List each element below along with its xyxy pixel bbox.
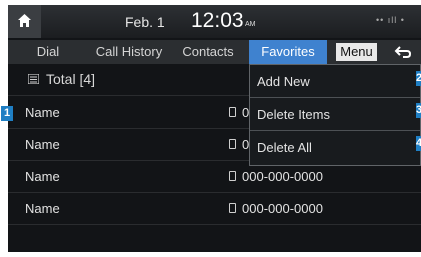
menu-item-delete-all[interactable]: Delete All [250, 131, 420, 164]
callout-1: 1 [1, 106, 13, 121]
menu-item-label: Delete All [257, 140, 312, 155]
tab-call-history[interactable]: Call History [86, 40, 172, 64]
tab-bar: Dial Call History Contacts Favorites Men… [8, 40, 421, 64]
tab-contacts[interactable]: Contacts [175, 40, 241, 64]
home-icon [18, 14, 31, 27]
tab-favorites[interactable]: Favorites [249, 40, 327, 64]
mobile-phone-icon [229, 203, 236, 213]
mobile-phone-icon [229, 139, 236, 149]
menu-item-label: Delete Items [257, 107, 330, 122]
infotainment-screen: Feb. 1 12:03 AM •• ıll • Dial Call Histo… [8, 5, 421, 252]
back-arrow-icon [394, 46, 412, 58]
favorite-name: Name [25, 105, 60, 120]
menu-item-label: Add New [257, 74, 310, 89]
ampm-indicator: AM [245, 21, 256, 28]
callout-2: 2 [416, 71, 421, 86]
favorite-row[interactable]: Name 000-000-0000 [8, 193, 421, 225]
favorite-name: Name [25, 169, 60, 184]
date-display: Feb. 1 [125, 14, 165, 30]
menu-item-add-new[interactable]: Add New [250, 65, 420, 98]
tab-dial[interactable]: Dial [26, 40, 70, 64]
favorite-number: 000-000-0000 [242, 169, 323, 184]
status-bar: Feb. 1 12:03 AM •• ıll • [8, 5, 421, 38]
favorite-number: 000-000-0000 [242, 201, 323, 216]
mobile-phone-icon [229, 107, 236, 117]
manual-figure: Feb. 1 12:03 AM •• ıll • Dial Call Histo… [0, 0, 421, 257]
clock-display: 12:03 [191, 9, 244, 32]
callout-4: 4 [416, 136, 421, 151]
mobile-phone-icon [229, 171, 236, 181]
list-icon [28, 74, 39, 84]
menu-button[interactable]: Menu [336, 43, 377, 61]
total-count-label: Total [4] [46, 71, 96, 87]
back-button[interactable] [393, 43, 413, 61]
favorite-name: Name [25, 137, 60, 152]
options-menu: Add New Delete Items Delete All [249, 64, 421, 166]
callout-3: 3 [416, 103, 421, 118]
favorite-name: Name [25, 201, 60, 216]
home-button[interactable] [8, 5, 41, 38]
status-indicators-icon: •• ıll • [376, 15, 405, 25]
menu-item-delete-items[interactable]: Delete Items [250, 98, 420, 131]
